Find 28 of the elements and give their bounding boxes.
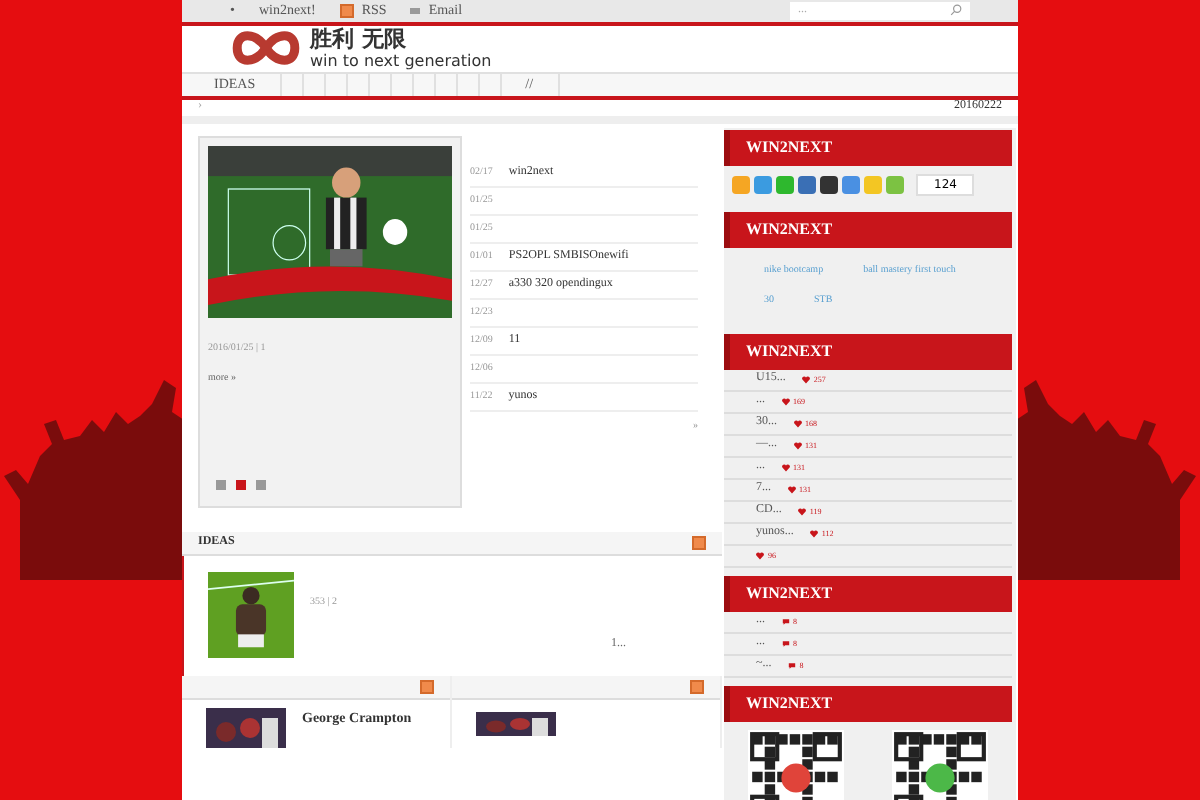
heart-icon	[809, 529, 818, 538]
qr-code	[892, 729, 988, 800]
email-icon	[410, 7, 421, 14]
heart-icon	[793, 441, 801, 450]
logo-title: 胜利 无限	[310, 25, 408, 53]
speech-bubble-icon	[787, 661, 796, 670]
widget-title: WIN2NEXT	[724, 575, 1012, 612]
qr-code	[748, 729, 844, 800]
widget-title: WIN2NEXT	[724, 129, 1012, 166]
heart-icon	[787, 485, 795, 494]
heart-icon	[797, 507, 806, 516]
widget-title: WIN2NEXT	[724, 211, 1012, 248]
rss-icon[interactable]	[692, 535, 706, 550]
search-icon[interactable]	[950, 4, 962, 17]
widget-title: WIN2NEXT	[724, 333, 1012, 370]
heart-icon	[781, 397, 789, 406]
infinity-logo	[230, 26, 302, 71]
heart-icon	[756, 551, 764, 560]
speech-bubble-icon	[781, 639, 789, 648]
rss-icon[interactable]	[339, 3, 354, 18]
rss-icon[interactable]	[420, 679, 434, 694]
rss-icon[interactable]	[690, 679, 704, 694]
logo-tagline: win to next generation	[310, 52, 492, 73]
widget-title: WIN2NEXT	[724, 685, 1012, 722]
heart-icon	[781, 463, 789, 472]
speech-bubble-icon	[781, 617, 789, 626]
heart-icon	[793, 419, 801, 428]
heart-icon	[801, 375, 810, 384]
